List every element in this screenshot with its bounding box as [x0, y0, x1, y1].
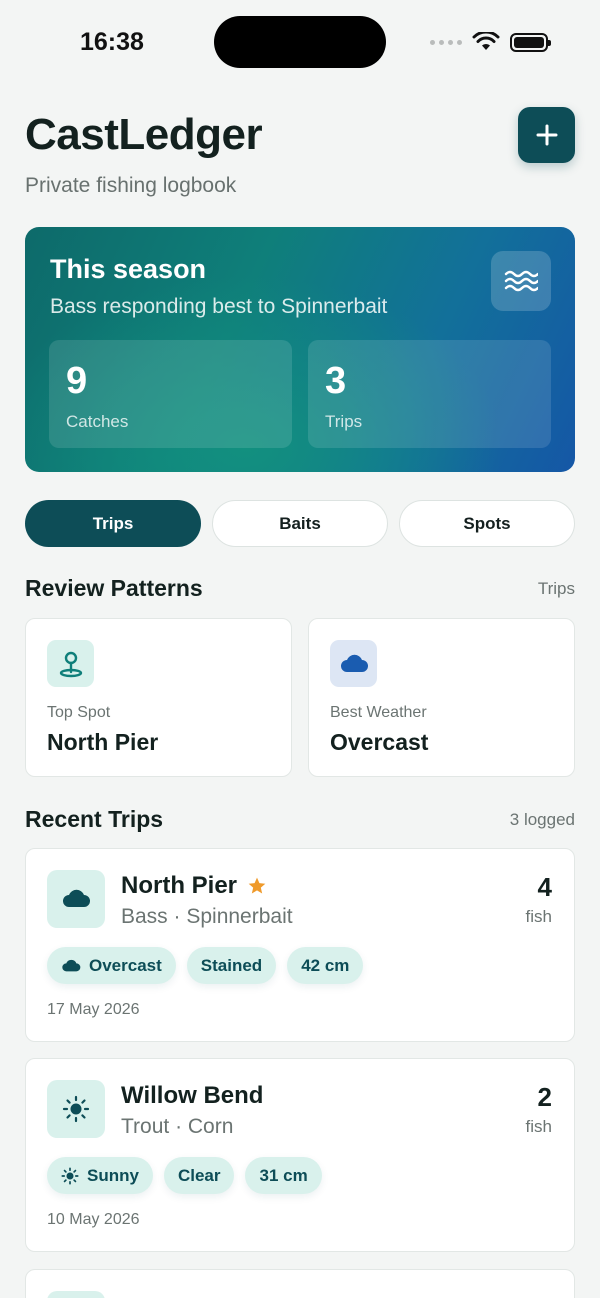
- top-spot-card[interactable]: Top Spot North Pier: [25, 618, 292, 777]
- trip-species-bait: Trout · Corn: [121, 1115, 234, 1138]
- trip-name: Willow Bend: [121, 1082, 264, 1109]
- sun-icon: [61, 1166, 79, 1185]
- trip-card[interactable]: North Pier Bass · Spinnerbait 4 fish Ove…: [25, 848, 575, 1042]
- cloud-icon: [47, 870, 105, 928]
- stat-value: 9: [66, 360, 88, 402]
- plus-icon: [536, 124, 557, 146]
- review-patterns-filter[interactable]: Trips: [538, 579, 575, 599]
- best-weather-card[interactable]: Best Weather Overcast: [308, 618, 575, 777]
- season-title: This season: [50, 254, 207, 284]
- water-chip: Stained: [186, 947, 277, 984]
- pattern-label: Top Spot: [47, 704, 111, 721]
- wifi-icon: [472, 32, 500, 50]
- trip-fish-label: fish: [525, 1117, 552, 1136]
- battery-icon: [510, 32, 551, 52]
- trip-icon: [47, 1291, 105, 1298]
- stat-label: Trips: [325, 412, 363, 431]
- trip-chips: Sunny Clear 31 cm: [47, 1157, 322, 1194]
- recent-trips-count: 3 logged: [509, 810, 575, 829]
- trip-date: 17 May 2026: [47, 1001, 140, 1018]
- trip-species-bait: Bass · Spinnerbait: [121, 905, 293, 928]
- waves-icon: [491, 251, 551, 311]
- status-bar: 16:38: [0, 0, 600, 84]
- tab-baits[interactable]: Baits: [212, 500, 388, 547]
- trip-fish-label: fish: [525, 907, 552, 926]
- length-chip: 42 cm: [287, 947, 364, 984]
- tab-spots[interactable]: Spots: [399, 500, 575, 547]
- trip-name-row: Willow Bend: [121, 1082, 263, 1110]
- trip-name-row: North Pier: [121, 872, 267, 900]
- stat-trips: 3 Trips: [308, 340, 551, 448]
- length-chip: 31 cm: [245, 1157, 322, 1194]
- tab-trips[interactable]: Trips: [25, 500, 201, 547]
- stat-value: 3: [325, 360, 347, 402]
- favorite-star-icon[interactable]: [247, 876, 267, 896]
- stat-label: Catches: [66, 412, 129, 431]
- trip-card[interactable]: Willow Bend Trout · Corn 2 fish Sunny Cl…: [25, 1058, 575, 1252]
- stat-catches: 9 Catches: [49, 340, 292, 448]
- recent-trips-title: Recent Trips: [25, 806, 164, 832]
- cloud-icon: [330, 640, 377, 687]
- trip-name: North Pier: [121, 872, 238, 899]
- trip-fish-count: 2: [537, 1082, 552, 1112]
- sun-icon: [47, 1080, 105, 1138]
- chip-label: Overcast: [89, 955, 162, 975]
- chip-label: Sunny: [87, 1165, 139, 1185]
- season-insight: Bass responding best to Spinnerbait: [50, 295, 388, 318]
- pattern-label: Best Weather: [330, 704, 427, 721]
- pattern-value: North Pier: [47, 729, 159, 755]
- app-subtitle: Private fishing logbook: [25, 174, 237, 197]
- status-time: 16:38: [80, 28, 144, 56]
- weather-chip: Overcast: [47, 947, 176, 984]
- pattern-value: Overcast: [330, 729, 429, 755]
- trip-card-partial[interactable]: [25, 1269, 575, 1298]
- add-trip-button[interactable]: [518, 107, 575, 163]
- water-chip: Clear: [163, 1157, 235, 1194]
- app-title: CastLedger: [25, 110, 263, 159]
- weather-chip: Sunny: [47, 1157, 153, 1194]
- cloud-icon: [62, 959, 81, 971]
- trip-date: 10 May 2026: [47, 1211, 140, 1228]
- review-patterns-title: Review Patterns: [25, 575, 203, 601]
- status-icons: [430, 32, 551, 52]
- map-pin-icon: [47, 640, 94, 687]
- trip-chips: Overcast Stained 42 cm: [47, 947, 364, 984]
- cellular-signal-icon: [430, 39, 462, 45]
- season-summary-card: This season Bass responding best to Spin…: [25, 227, 575, 472]
- trip-fish-count: 4: [537, 872, 552, 902]
- dynamic-island: [214, 16, 386, 68]
